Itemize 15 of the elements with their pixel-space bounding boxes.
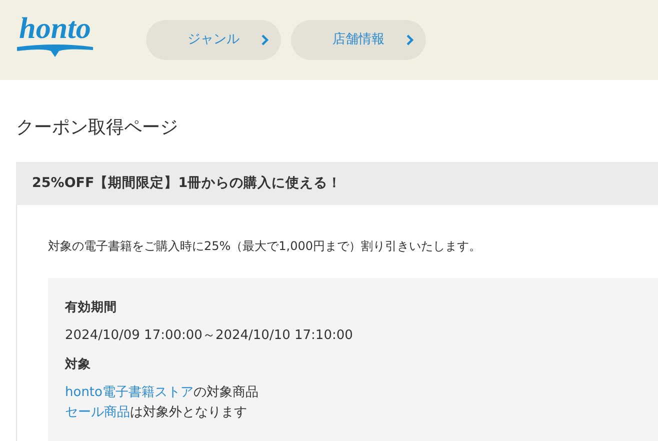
site-logo[interactable]: honto — [14, 14, 96, 58]
chevron-right-icon — [261, 34, 269, 46]
detail-heading: 有効期間 — [65, 298, 117, 316]
text-link[interactable]: honto電子書籍ストア — [65, 385, 194, 400]
nav-button[interactable]: 店舗情報 — [291, 20, 426, 60]
detail-text: honto電子書籍ストアの対象商品 — [65, 384, 258, 402]
detail-text: セール商品は対象外となります — [65, 404, 247, 422]
coupon-title: 25%OFF【期間限定】1冊からの購入に使える！ — [32, 174, 342, 194]
text-link[interactable]: セール商品 — [65, 405, 130, 420]
page-title: クーポン取得ページ — [16, 116, 178, 140]
detail-heading: 対象 — [65, 355, 91, 373]
nav-button[interactable]: ジャンル — [146, 20, 281, 60]
detail-text: 2024/10/09 17:00:00～2024/10/10 17:10:00 — [65, 327, 353, 345]
chevron-right-icon — [406, 34, 414, 46]
coupon-description: 対象の電子書籍をご購入時に25%（最大で1,000円まで）割り引きいたします。 — [48, 238, 482, 255]
